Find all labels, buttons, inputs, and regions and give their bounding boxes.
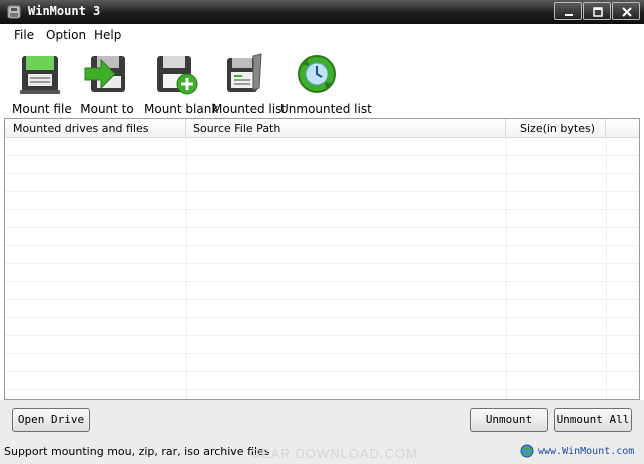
table-row bbox=[5, 336, 639, 354]
table-row bbox=[5, 246, 639, 264]
title-bar: WinMount 3 bbox=[0, 0, 644, 24]
menu-option[interactable]: Option bbox=[46, 28, 86, 42]
table-row bbox=[5, 390, 639, 399]
table-row bbox=[5, 228, 639, 246]
open-drive-button[interactable]: Open Drive bbox=[12, 408, 90, 432]
mount-to-button[interactable]: Mount to bbox=[80, 50, 134, 116]
mount-file-label: Mount file bbox=[12, 102, 72, 116]
winmount-app-icon[interactable] bbox=[6, 4, 22, 20]
table-row bbox=[5, 354, 639, 372]
watermark: GEAR DOWNLOAD.COM bbox=[250, 446, 418, 461]
unmounted-list-button[interactable]: Unmounted list bbox=[280, 50, 372, 116]
mount-to-label: Mount to bbox=[80, 102, 134, 116]
table-row bbox=[5, 192, 639, 210]
maximize-button[interactable] bbox=[583, 2, 611, 20]
website-link[interactable]: www.WinMount.com bbox=[520, 444, 634, 458]
close-icon bbox=[622, 7, 632, 17]
unmounted-list-label: Unmounted list bbox=[280, 102, 372, 116]
mounted-list-icon bbox=[227, 53, 262, 92]
table-row bbox=[5, 318, 639, 336]
minimize-icon bbox=[565, 14, 573, 16]
table-header: Mounted drives and files Source File Pat… bbox=[5, 119, 639, 138]
close-button[interactable] bbox=[612, 2, 640, 20]
column-divider bbox=[606, 138, 607, 399]
mounted-list-button[interactable]: Mounted list bbox=[212, 50, 287, 116]
minimize-button[interactable] bbox=[554, 2, 582, 20]
globe-icon bbox=[520, 444, 534, 458]
mount-blank-icon bbox=[157, 56, 198, 95]
window-title: WinMount 3 bbox=[28, 4, 101, 18]
mounted-list-label: Mounted list bbox=[212, 102, 287, 116]
unmount-button[interactable]: Unmount bbox=[470, 408, 548, 432]
column-header-size[interactable]: Size(in bytes) bbox=[506, 119, 606, 138]
table-row bbox=[5, 156, 639, 174]
table-row bbox=[5, 372, 639, 390]
column-divider bbox=[186, 138, 187, 399]
mount-blank-label: Mount blank bbox=[144, 102, 219, 116]
toolbar: Mount file Mount to Mount blank Mounted … bbox=[0, 46, 644, 118]
website-url[interactable]: www.WinMount.com bbox=[538, 446, 634, 457]
mount-file-button[interactable]: Mount file bbox=[12, 50, 72, 116]
column-header-mounted-drives[interactable]: Mounted drives and files bbox=[5, 119, 186, 138]
mount-file-icon bbox=[20, 56, 60, 94]
table-row bbox=[5, 174, 639, 192]
column-header-source-path[interactable]: Source File Path bbox=[186, 119, 506, 138]
table-row bbox=[5, 282, 639, 300]
mount-to-icon bbox=[84, 56, 125, 92]
unmount-all-button[interactable]: Unmount All bbox=[554, 408, 632, 432]
column-header-filler bbox=[606, 119, 639, 138]
mounted-files-table[interactable]: Mounted drives and files Source File Pat… bbox=[4, 118, 640, 400]
mount-blank-button[interactable]: Mount blank bbox=[144, 50, 219, 116]
menu-file[interactable]: File bbox=[14, 28, 34, 42]
menu-bar: File Option Help bbox=[0, 24, 644, 46]
column-divider bbox=[506, 138, 507, 399]
maximize-icon bbox=[593, 7, 603, 17]
table-row bbox=[5, 210, 639, 228]
table-row bbox=[5, 300, 639, 318]
table-row bbox=[5, 264, 639, 282]
table-row bbox=[5, 138, 639, 156]
menu-help[interactable]: Help bbox=[94, 28, 121, 42]
table-body bbox=[5, 138, 639, 399]
unmounted-list-icon bbox=[298, 55, 336, 93]
status-text: Support mounting mou, zip, rar, iso arch… bbox=[4, 445, 270, 458]
